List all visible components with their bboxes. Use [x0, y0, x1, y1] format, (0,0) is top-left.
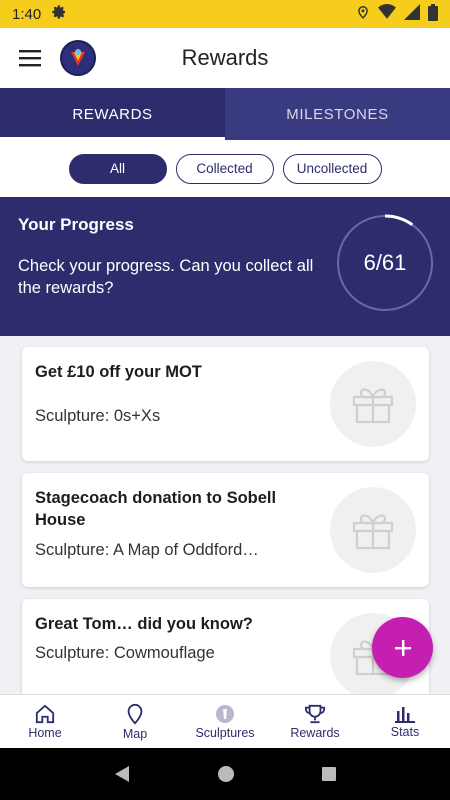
bar-chart-icon: [395, 706, 415, 723]
nav-stats[interactable]: Stats: [360, 695, 450, 748]
progress-description: Check your progress. Can you collect all…: [18, 257, 314, 297]
back-icon[interactable]: [113, 765, 131, 783]
home-icon: [35, 704, 55, 723]
nav-rewards-label: Rewards: [290, 725, 340, 740]
nav-home-label: Home: [28, 725, 62, 740]
filter-uncollected-chip[interactable]: Uncollected: [282, 153, 382, 184]
trophy-icon: [305, 704, 325, 723]
app-bar: Rewards: [0, 28, 450, 88]
filter-all-chip[interactable]: All: [68, 153, 167, 184]
recents-icon[interactable]: [321, 766, 337, 782]
reward-sculpture: Sculpture: 0s+Xs: [35, 407, 161, 425]
gift-icon: [330, 361, 416, 447]
nav-home[interactable]: Home: [0, 695, 90, 748]
reward-card[interactable]: Stagecoach donation to Sobell House Scul…: [22, 473, 429, 587]
reward-title: Great Tom… did you know?: [35, 615, 253, 633]
bottom-nav: Home Map Sculptures Rewards Stats: [0, 694, 450, 748]
system-nav-bar: [0, 748, 450, 800]
reward-sculpture: Sculpture: A Map of Oddford…: [35, 541, 259, 559]
nav-sculptures-label: Sculptures: [195, 725, 255, 740]
reward-sculpture: Sculpture: Cowmouflage: [35, 644, 215, 662]
reward-card[interactable]: Great Tom… did you know? Sculpture: Cowm…: [22, 599, 429, 694]
home-circle-icon[interactable]: [217, 765, 235, 783]
tab-milestones[interactable]: MILESTONES: [225, 88, 450, 140]
add-fab-button[interactable]: [372, 617, 433, 678]
sculpture-icon: [216, 704, 234, 723]
menu-button[interactable]: [0, 28, 60, 88]
location-icon: [356, 4, 370, 24]
wifi-icon: [378, 4, 396, 24]
battery-icon: [428, 3, 438, 25]
cellular-icon: [404, 4, 420, 24]
nav-stats-label: Stats: [390, 724, 420, 739]
gift-icon: [330, 487, 416, 573]
nav-map-label: Map: [122, 726, 148, 741]
nav-rewards[interactable]: Rewards: [270, 695, 360, 748]
hamburger-icon: [19, 50, 41, 67]
progress-count: 6/61: [363, 250, 407, 275]
app-logo: [60, 40, 96, 76]
filter-collected-chip[interactable]: Collected: [175, 153, 274, 184]
progress-panel: Your Progress Check your progress. Can y…: [0, 197, 450, 336]
nav-sculptures[interactable]: Sculptures: [180, 695, 270, 748]
settings-icon: [51, 4, 67, 24]
reward-title: Stagecoach donation to Sobell House: [35, 489, 277, 529]
status-icons: [356, 3, 438, 25]
map-pin-icon: [127, 703, 143, 724]
plus-icon: [394, 639, 411, 656]
nav-map[interactable]: Map: [90, 695, 180, 748]
filter-bar: All Collected Uncollected: [0, 140, 450, 197]
tab-rewards[interactable]: REWARDS: [0, 88, 225, 140]
tab-bar: REWARDS MILESTONES: [0, 88, 450, 140]
status-bar: 1:40: [0, 0, 450, 28]
progress-title: Your Progress: [18, 215, 134, 234]
status-time: 1:40: [12, 5, 42, 23]
reward-title: Get £10 off your MOT: [35, 363, 202, 381]
reward-card[interactable]: Get £10 off your MOT Sculpture: 0s+Xs: [22, 347, 429, 461]
